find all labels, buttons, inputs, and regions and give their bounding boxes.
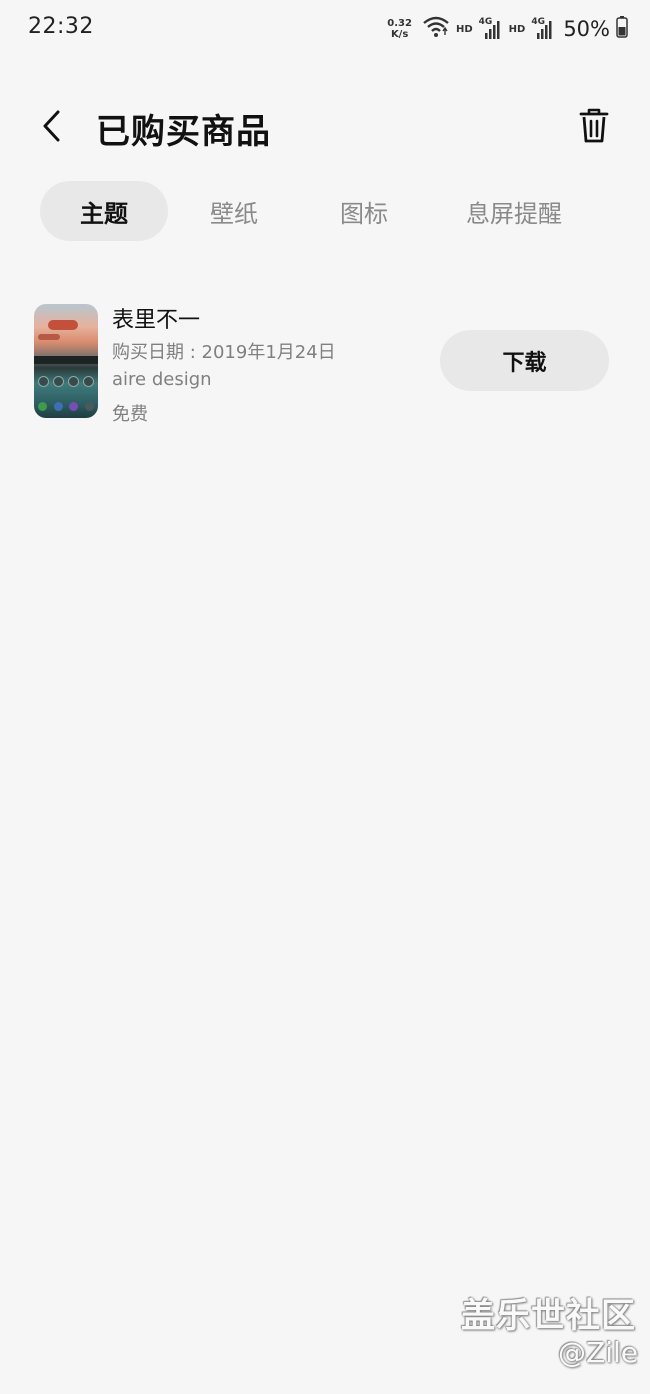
tab-aod[interactable]: 息屏提醒 xyxy=(428,181,600,241)
network-speed-unit: K/s xyxy=(390,29,409,40)
battery-percent: 50% xyxy=(563,17,610,41)
trash-icon xyxy=(579,108,609,148)
app-icon xyxy=(68,376,79,387)
header: 已购买商品 xyxy=(0,88,650,168)
network-speed-value: 0.32 xyxy=(387,18,412,29)
network-speed: 0.32 K/s xyxy=(387,18,412,40)
item-price: 免费 xyxy=(112,404,148,425)
delete-button[interactable] xyxy=(572,106,616,150)
category-tabs: 主题 壁纸 图标 息屏提醒 xyxy=(40,181,600,241)
item-name: 表里不一 xyxy=(112,308,201,333)
purchase-date: 购买日期 : 2019年1月24日 xyxy=(112,342,336,363)
thumbnail-cloud xyxy=(38,334,60,340)
app-icon xyxy=(83,376,94,387)
watermark-user: @Zile xyxy=(558,1336,638,1369)
page-title: 已购买商品 xyxy=(96,112,271,152)
tab-wallpapers[interactable]: 壁纸 xyxy=(170,181,298,241)
item-author: aire design xyxy=(112,369,212,390)
camera-icon xyxy=(84,402,94,411)
thumbnail-app-icons xyxy=(38,376,94,387)
purchased-item[interactable]: 表里不一 购买日期 : 2019年1月24日 aire design 免费 下载 xyxy=(0,296,650,436)
status-icons: 0.32 K/s HD 4G HD 4G 50% xyxy=(387,14,628,44)
tab-icons[interactable]: 图标 xyxy=(300,181,428,241)
phone-icon xyxy=(38,402,47,411)
hd-label-2: HD xyxy=(508,23,526,35)
browser-icon xyxy=(69,402,79,411)
status-bar: 22:32 0.32 K/s HD 4G HD 4G 50% xyxy=(0,0,650,58)
signal-icon: 4G xyxy=(531,17,555,41)
app-icon xyxy=(53,376,64,387)
thumbnail-cloud xyxy=(48,320,78,330)
download-button[interactable]: 下载 xyxy=(440,330,609,391)
back-button[interactable] xyxy=(30,106,74,150)
chevron-left-icon xyxy=(40,108,64,148)
status-time: 22:32 xyxy=(28,14,94,39)
theme-thumbnail[interactable] xyxy=(34,304,98,418)
watermark-title: 盖乐世社区 xyxy=(461,1296,636,1336)
wifi-icon xyxy=(422,15,450,43)
thumbnail-horizon xyxy=(34,356,98,364)
tab-themes[interactable]: 主题 xyxy=(40,181,168,241)
signal-icon: 4G xyxy=(479,17,503,41)
battery-icon xyxy=(616,16,628,42)
messages-icon xyxy=(53,402,63,411)
thumbnail-dock xyxy=(38,402,94,411)
hd-label-1: HD xyxy=(455,23,473,35)
app-icon xyxy=(38,376,49,387)
